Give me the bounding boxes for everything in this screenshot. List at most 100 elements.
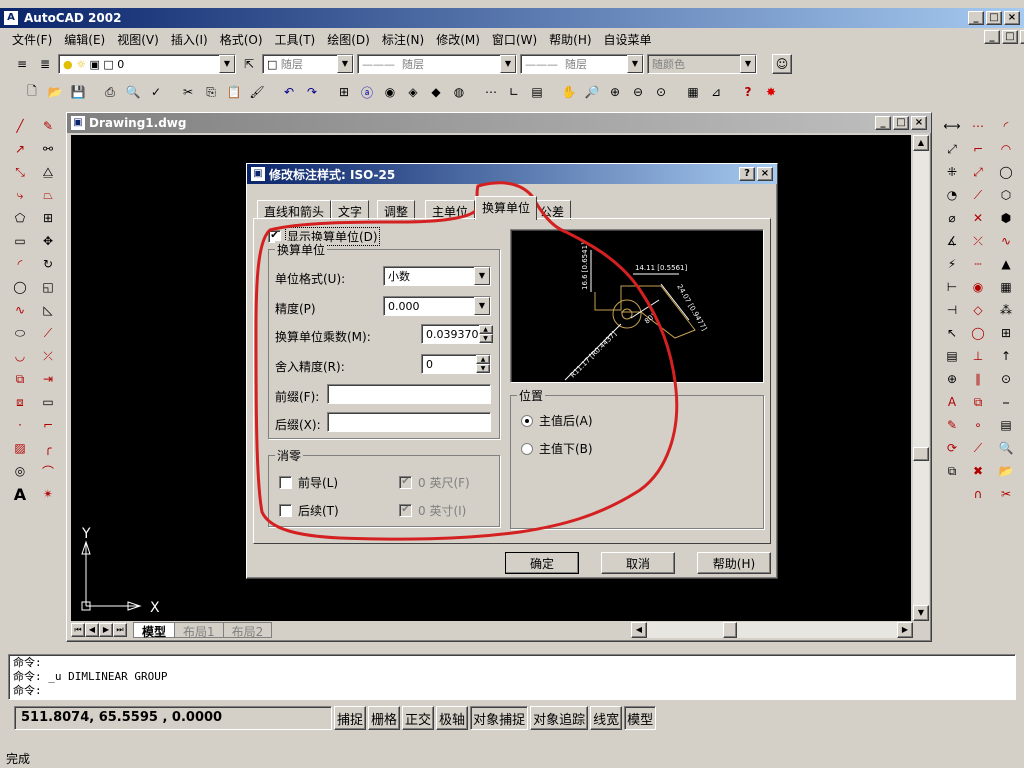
drawing-minimize-button[interactable]: _ [875, 116, 891, 130]
menu-draw[interactable]: 绘图(D) [327, 31, 370, 48]
snap-apparent-icon[interactable]: ⤫ [968, 231, 988, 251]
temp-track-icon[interactable]: ⋯ [968, 116, 988, 136]
spin-up-icon[interactable]: ▲ [476, 355, 490, 364]
suffix-input[interactable] [327, 412, 491, 432]
extend-icon[interactable]: ⇥ [38, 369, 58, 389]
menu-insert[interactable]: 插入(I) [171, 31, 208, 48]
snap-settings-icon[interactable]: ∩ [968, 484, 988, 504]
ok-button[interactable]: 确定 [505, 552, 579, 574]
snap-tangent-icon[interactable]: ◯ [968, 323, 988, 343]
precision-select[interactable]: 0.000 ▼ [383, 296, 491, 316]
insert-block-icon[interactable]: ⧉ [10, 369, 30, 389]
erase-icon[interactable]: ✎ [38, 116, 58, 136]
dim-tool-icon[interactable]: ⊙ [996, 369, 1016, 389]
circle-icon[interactable]: ◯ [10, 277, 30, 297]
ellipse-arc-icon[interactable]: ◡ [10, 346, 30, 366]
smiley-icon[interactable]: ☺ [772, 54, 792, 74]
model-toggle[interactable]: 模型 [624, 706, 657, 730]
grid-tool-icon[interactable]: ▦ [996, 277, 1016, 297]
chevron-down-icon[interactable]: ▼ [474, 297, 490, 315]
minimize-button[interactable]: _ [968, 11, 984, 25]
fillet-arc-icon[interactable]: ⌒ [38, 461, 58, 481]
leader-icon[interactable]: ↖ [942, 323, 962, 343]
zoom-previous-icon[interactable]: ⊖ [628, 82, 648, 102]
point-icon[interactable]: · [10, 415, 30, 435]
tab-layout1[interactable]: 布局1 [175, 622, 224, 639]
paste-icon[interactable]: 📋 [224, 82, 244, 102]
tab-layout2[interactable]: 布局2 [223, 622, 273, 639]
tab-tolerances[interactable]: 公差 [533, 200, 572, 220]
menu-file[interactable]: 文件(F) [12, 31, 52, 48]
cut-tool-icon[interactable]: ✂ [996, 484, 1016, 504]
hash-icon[interactable]: ▤ [996, 415, 1016, 435]
new-icon[interactable]: 🗋 [22, 82, 42, 102]
break-icon[interactable]: ▭ [38, 392, 58, 412]
folder-icon[interactable]: 📂 [996, 461, 1016, 481]
text-icon[interactable]: A [10, 484, 30, 504]
menu-tools[interactable]: 工具(T) [275, 31, 316, 48]
polygon-tool-icon[interactable]: ⬡ [996, 185, 1016, 205]
polygon-icon[interactable]: ⬠ [10, 208, 30, 228]
ortho-toggle[interactable]: 正交 [402, 706, 435, 730]
chamfer-icon[interactable]: ⌐ [38, 415, 58, 435]
radius-dim-icon[interactable]: ◔ [942, 185, 962, 205]
round-input[interactable]: 0 ▲ ▼ [421, 354, 491, 374]
plot-icon[interactable]: ⎙ [100, 82, 120, 102]
multiplier-input[interactable]: 0.039370 ▲ ▼ [421, 324, 493, 344]
stretch-icon[interactable]: ◺ [38, 300, 58, 320]
zoom-window-icon[interactable]: ⊕ [605, 82, 625, 102]
below-primary-label[interactable]: 主值下(B) [539, 440, 593, 457]
spin-up-icon[interactable]: ▲ [478, 325, 493, 334]
move-icon[interactable]: ✥ [38, 231, 58, 251]
hyperlink-icon[interactable]: ⊞ [334, 82, 354, 102]
after-primary-label[interactable]: 主值后(A) [539, 412, 593, 429]
color-combo[interactable]: □ 随层 ▼ [262, 54, 354, 74]
zoom-extents-icon[interactable]: ⊙ [651, 82, 671, 102]
spline-icon[interactable]: ∿ [10, 300, 30, 320]
close-button[interactable]: × [1004, 11, 1020, 25]
maximize-button[interactable]: □ [986, 11, 1002, 25]
horizontal-scrollbar[interactable]: ◀ ▶ [631, 622, 913, 638]
scroll-thumb[interactable] [913, 447, 929, 461]
menu-format[interactable]: 格式(O) [220, 31, 263, 48]
snap-midpoint-icon[interactable]: ⟋ [968, 185, 988, 205]
grid-toggle[interactable]: 栅格 [368, 706, 401, 730]
unit-format-select[interactable]: 小数 ▼ [383, 266, 491, 286]
mirror-icon[interactable]: ⧋ [38, 162, 58, 182]
doc-restore-button[interactable]: □ [1002, 30, 1018, 44]
command-prompt[interactable]: 命令: [13, 684, 1011, 698]
make-block-icon[interactable]: ⧈ [10, 392, 30, 412]
menu-dimension[interactable]: 标注(N) [382, 31, 424, 48]
lengthen-icon[interactable]: ⟋ [38, 323, 58, 343]
ray-icon[interactable]: ↗ [10, 139, 30, 159]
snap-parallel-icon[interactable]: ∥ [968, 369, 988, 389]
undo-icon[interactable]: ↶ [279, 82, 299, 102]
polar-toggle[interactable]: 极轴 [436, 706, 469, 730]
snap-quadrant-icon[interactable]: ◇ [968, 300, 988, 320]
hatch-tool-icon[interactable]: ⊞ [996, 323, 1016, 343]
globe-icon[interactable]: ◍ [449, 82, 469, 102]
layer-combo[interactable]: ● ☼ ▣ □ 0 ▼ [58, 54, 236, 74]
tab-fit[interactable]: 调整 [377, 200, 416, 220]
below-primary-radio[interactable] [521, 442, 533, 455]
copy-object-icon[interactable]: ⚯ [38, 139, 58, 159]
after-primary-radio[interactable] [521, 414, 533, 427]
help-icon[interactable]: ? [738, 82, 758, 102]
ucs-icon[interactable]: ◆ [426, 82, 446, 102]
command-window[interactable]: 命令: 命令: _u DIMLINEAR GROUP 命令: [8, 654, 1016, 700]
doc-minimize-button[interactable]: _ [984, 30, 1000, 44]
leading-checkbox[interactable] [279, 476, 292, 489]
otrack-toggle[interactable]: 对象追踪 [530, 706, 589, 730]
cone-icon[interactable]: ▲ [996, 254, 1016, 274]
arc-tool-icon[interactable]: ◠ [996, 139, 1016, 159]
fillet-icon[interactable]: ╭ [38, 438, 58, 458]
snap-extension-icon[interactable]: ┄ [968, 254, 988, 274]
save-icon[interactable]: 💾 [68, 82, 88, 102]
snap-insert-icon[interactable]: ⧉ [968, 392, 988, 412]
scroll-right-button[interactable]: ▶ [897, 622, 913, 638]
drawing-maximize-button[interactable]: □ [893, 116, 909, 130]
named-views-icon[interactable]: ▤ [527, 82, 547, 102]
scroll-down-button[interactable]: ▼ [913, 605, 929, 621]
construction-line-icon[interactable]: ⤡ [10, 162, 30, 182]
rectangle-icon[interactable]: ▭ [10, 231, 30, 251]
